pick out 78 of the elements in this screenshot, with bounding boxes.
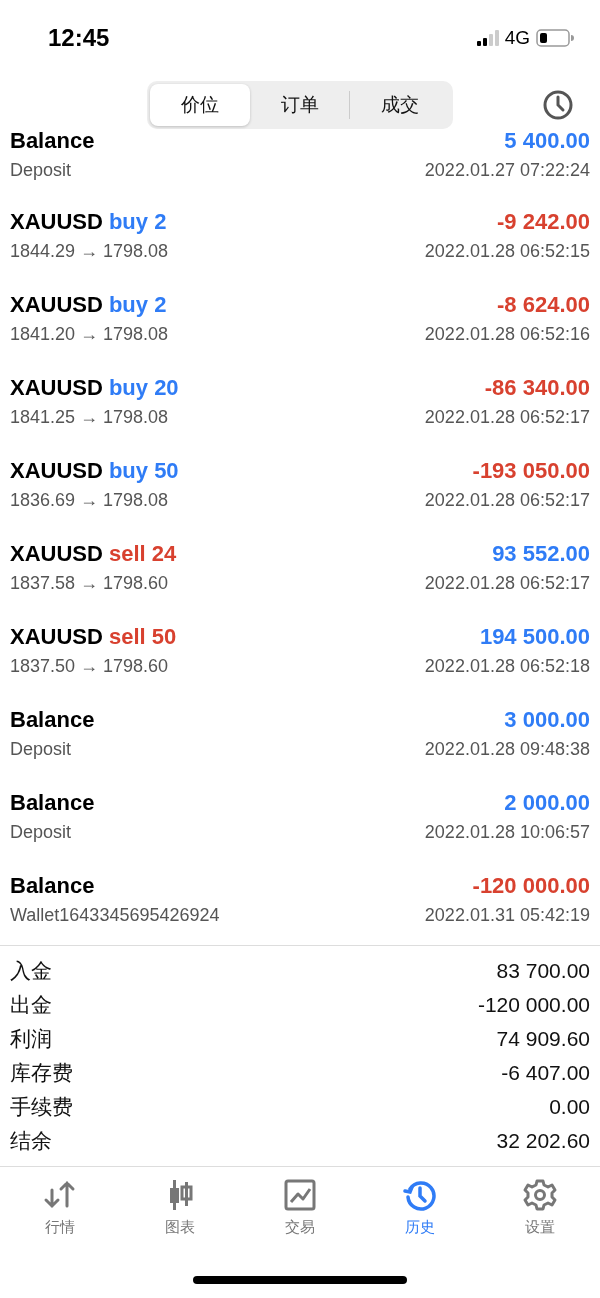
deal-detail: 1841.25 → 1798.08 [10, 407, 169, 428]
summary-value: -120 000.00 [477, 993, 590, 1017]
deal-time: 2022.01.27 07:22:24 [424, 160, 590, 181]
deal-amount: 3 000.00 [504, 707, 590, 733]
nav-tab[interactable]: 设置 [490, 1177, 590, 1238]
deal-row[interactable]: XAUUSD buy 50 -193 050.00 1836.69 → 1798.08 2022.01.28 06:52:17 [0, 443, 600, 526]
network-label: 4G [504, 27, 530, 49]
deal-time: 2022.01.28 06:52:17 [424, 407, 590, 428]
deal-amount: -9 242.00 [497, 209, 590, 235]
deal-amount: -8 624.00 [497, 292, 590, 318]
deal-amount: 5 400.00 [504, 128, 590, 154]
deal-symbol: Balance [10, 707, 95, 733]
deal-amount: -86 340.00 [484, 375, 590, 401]
deal-detail: Wallet1643345695426924 [10, 905, 220, 926]
deal-time: 2022.01.31 05:42:19 [424, 905, 590, 926]
deal-row[interactable]: XAUUSD sell 24 93 552.00 1837.58 → 1798.60 2022.01.28 06:52:17 [0, 526, 600, 609]
deal-detail: Deposit [10, 822, 72, 843]
deal-detail: 1844.29 → 1798.08 [10, 241, 169, 262]
deal-row[interactable]: XAUUSD buy 2 -9 242.00 1844.29 → 1798.08 2022.01.28 06:52:15 [0, 194, 600, 277]
battery-icon [536, 29, 574, 47]
deal-symbol: XAUUSD buy 50 [10, 458, 179, 484]
history-icon [403, 1178, 437, 1212]
deal-time: 2022.01.28 09:48:38 [424, 739, 590, 760]
settings-icon [523, 1178, 557, 1212]
deal-row[interactable]: Balance 5 400.00 Deposit 2022.01.27 07:22:24 [0, 128, 600, 194]
deal-symbol: Balance [10, 128, 95, 154]
segment-tab[interactable]: 成交 [349, 91, 450, 119]
summary-value: 74 909.60 [496, 1027, 590, 1051]
summary-value: 0.00 [549, 1095, 590, 1119]
summary-value: 32 202.60 [496, 1129, 590, 1153]
nav-tab[interactable]: 交易 [250, 1177, 350, 1238]
summary-label: 入金 [10, 958, 52, 984]
deal-detail: 1837.58 → 1798.60 [10, 573, 169, 594]
deal-amount: -193 050.00 [472, 458, 590, 484]
deal-symbol: XAUUSD buy 2 [10, 292, 167, 318]
deal-time: 2022.01.28 06:52:15 [424, 241, 590, 262]
deal-row[interactable]: Balance 2 000.00 Deposit 2022.01.28 10:06:57 [0, 775, 600, 858]
signal-icon [476, 30, 499, 46]
deal-detail: 1837.50 → 1798.60 [10, 656, 169, 677]
deal-time: 2022.01.28 06:52:17 [424, 490, 590, 511]
deal-symbol: XAUUSD sell 24 [10, 541, 177, 567]
deal-detail: 1841.20 → 1798.08 [10, 324, 169, 345]
summary-label: 出金 [10, 992, 52, 1018]
deal-row[interactable]: Balance 3 000.00 Deposit 2022.01.28 09:48:38 [0, 692, 600, 775]
segment-tab[interactable]: 价位 [150, 84, 250, 126]
deal-symbol: XAUUSD buy 20 [10, 375, 179, 401]
line-chart-icon [283, 1178, 317, 1212]
deal-row[interactable]: XAUUSD sell 50 194 500.00 1837.50 → 1798.60 2022.01.28 06:52:18 [0, 609, 600, 692]
deal-amount: 2 000.00 [504, 790, 590, 816]
deal-detail: 1836.69 → 1798.08 [10, 490, 169, 511]
deal-time: 2022.01.28 06:52:16 [424, 324, 590, 345]
deal-symbol: Balance [10, 790, 95, 816]
summary-value: -6 407.00 [501, 1061, 590, 1085]
deal-amount: 93 552.00 [492, 541, 590, 567]
deal-symbol: Balance [10, 873, 95, 899]
deal-time: 2022.01.28 10:06:57 [424, 822, 590, 843]
deal-amount: -120 000.00 [472, 873, 590, 899]
status-time: 12:45 [48, 24, 110, 52]
deal-symbol: XAUUSD buy 2 [10, 209, 167, 235]
summary-label: 手续费 [10, 1094, 73, 1120]
deal-row[interactable]: XAUUSD buy 20 -86 340.00 1841.25 → 1798.08 2022.01.28 06:52:17 [0, 360, 600, 443]
summary-label: 利润 [10, 1026, 52, 1052]
nav-tab[interactable]: 行情 [10, 1177, 110, 1238]
summary-label: 结余 [10, 1128, 52, 1154]
deal-row[interactable]: Balance -120 000.00 Wallet1643345695426924 2022.01.31 05:42:19 [0, 858, 600, 941]
summary-label: 库存费 [10, 1060, 73, 1086]
deal-amount: 194 500.00 [479, 624, 590, 650]
nav-tab[interactable]: 历史 [370, 1177, 470, 1238]
clock-icon[interactable] [542, 89, 574, 121]
deal-detail: Deposit [10, 739, 72, 760]
nav-tab[interactable]: 图表 [130, 1177, 230, 1238]
deal-time: 2022.01.28 06:52:17 [424, 573, 590, 594]
deal-symbol: XAUUSD sell 50 [10, 624, 177, 650]
deal-time: 2022.01.28 06:52:18 [424, 656, 590, 677]
deal-detail: Deposit [10, 160, 72, 181]
summary-value: 83 700.00 [496, 959, 590, 983]
segment-tab[interactable]: 订单 [249, 84, 350, 126]
deal-row[interactable]: XAUUSD buy 2 -8 624.00 1841.20 → 1798.08 2022.01.28 06:52:16 [0, 277, 600, 360]
